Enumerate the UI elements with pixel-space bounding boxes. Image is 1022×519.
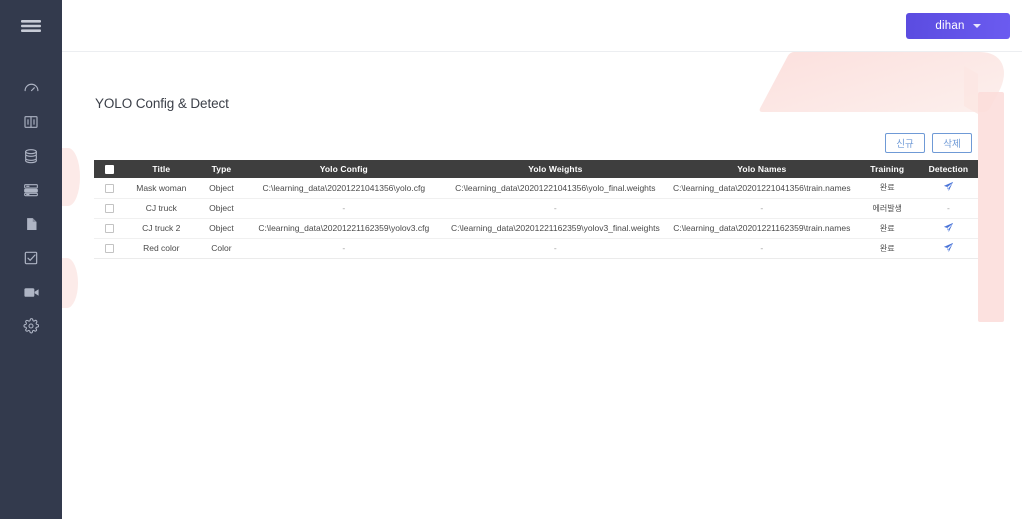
sidebar-item-database[interactable] <box>0 139 62 173</box>
training-status: 완료 <box>879 223 895 233</box>
select-all-checkbox[interactable] <box>104 165 114 175</box>
table-row[interactable]: Red color Color - - - 완료 <box>94 238 978 259</box>
yolo-config-table: Title Type Yolo Config Yolo Weights Yolo… <box>94 160 978 259</box>
header-yolo-weights: Yolo Weights <box>442 160 668 178</box>
cell-yolo-weights: - <box>442 238 668 259</box>
cell-yolo-config: C:\learning_data\20201221041356\yolo.cfg <box>244 178 443 199</box>
cell-type: Object <box>197 198 245 219</box>
sidebar-item-dashboard[interactable] <box>0 71 62 105</box>
cell-yolo-names: C:\learning_data\20201221162359\train.na… <box>668 218 856 239</box>
gear-icon <box>23 318 39 334</box>
page-content: YOLO Config & Detect 신규 삭제 Title Type Yo… <box>62 52 1022 519</box>
checkbox-icon <box>23 250 39 266</box>
user-menu-button[interactable]: dihan <box>906 12 1010 39</box>
row-checkbox-cell <box>94 238 125 259</box>
header-yolo-names: Yolo Names <box>668 160 856 178</box>
cell-type: Color <box>197 238 245 259</box>
top-bar: dihan <box>62 0 1022 52</box>
detect-empty: - <box>946 203 950 213</box>
cell-yolo-names: - <box>668 238 856 259</box>
cell-type: Object <box>197 178 245 199</box>
sidebar-item-server[interactable] <box>0 173 62 207</box>
book-icon <box>23 114 39 130</box>
row-checkbox[interactable] <box>104 204 114 214</box>
table-row[interactable]: CJ truck 2 Object C:\learning_data\2020122… <box>94 218 978 239</box>
detect-send-icon[interactable] <box>943 181 954 192</box>
user-menu-label: dihan <box>935 19 965 32</box>
cell-yolo-config: - <box>244 198 443 219</box>
database-icon <box>23 148 39 164</box>
cell-yolo-weights: - <box>442 198 668 219</box>
row-checkbox-cell <box>94 198 125 219</box>
cell-yolo-names: C:\learning_data\20201221041356\train.na… <box>668 178 856 199</box>
main-area: dihan YOLO Config & Detect 신규 삭제 Title T… <box>62 0 1022 519</box>
cell-training: 에러발생 <box>855 198 919 219</box>
page-title: YOLO Config & Detect <box>95 96 229 111</box>
cell-detection <box>918 178 978 199</box>
detect-send-icon[interactable] <box>943 242 954 253</box>
sidebar-nav <box>0 71 62 343</box>
table-row[interactable]: CJ truck Object - - - 에러발생 - <box>94 198 978 219</box>
row-checkbox-cell <box>94 178 125 199</box>
header-training: Training <box>855 160 919 178</box>
cell-type: Object <box>197 218 245 239</box>
chevron-down-icon <box>972 24 981 28</box>
cell-yolo-weights: C:\learning_data\20201221041356\yolo_fin… <box>442 178 668 199</box>
dashboard-icon <box>23 80 40 97</box>
header-yolo-config: Yolo Config <box>244 160 443 178</box>
table-row[interactable]: Mask woman Object C:\learning_data\2020122… <box>94 178 978 199</box>
server-icon <box>23 182 39 198</box>
training-status: 완료 <box>879 243 895 253</box>
training-status: 에러발생 <box>872 203 902 213</box>
document-icon <box>24 216 39 232</box>
cell-title: Red color <box>124 238 198 259</box>
sidebar-item-book[interactable] <box>0 105 62 139</box>
sidebar <box>0 0 62 519</box>
header-detection: Detection <box>918 160 978 178</box>
cell-training: 완료 <box>855 218 919 239</box>
sidebar-item-document[interactable] <box>0 207 62 241</box>
cell-detection: - <box>918 198 978 219</box>
row-checkbox[interactable] <box>104 183 114 193</box>
cell-detection <box>918 238 978 259</box>
table-actions: 신규 삭제 <box>94 133 978 153</box>
cell-training: 완료 <box>855 238 919 259</box>
row-checkbox[interactable] <box>104 244 114 254</box>
sidebar-item-tasks[interactable] <box>0 241 62 275</box>
cell-detection <box>918 218 978 239</box>
detect-send-icon[interactable] <box>943 222 954 233</box>
table-container: Title Type Yolo Config Yolo Weights Yolo… <box>94 160 978 259</box>
select-all-header <box>94 160 125 178</box>
cell-training: 완료 <box>855 178 919 199</box>
app-root: dihan YOLO Config & Detect 신규 삭제 Title T… <box>0 0 1022 519</box>
cell-yolo-names: - <box>668 198 856 219</box>
row-checkbox[interactable] <box>104 224 114 234</box>
cell-yolo-weights: C:\learning_data\20201221162359\yolov3_f… <box>442 218 668 239</box>
table-body: Mask woman Object C:\learning_data\2020122… <box>94 178 978 259</box>
header-type: Type <box>197 160 245 178</box>
row-checkbox-cell <box>94 218 125 239</box>
new-button[interactable]: 신규 <box>885 133 925 153</box>
sidebar-item-settings[interactable] <box>0 309 62 343</box>
cell-yolo-config: C:\learning_data\20201221162359\yolov3.c… <box>244 218 443 239</box>
cell-title: CJ truck 2 <box>124 218 198 239</box>
table-header-row: Title Type Yolo Config Yolo Weights Yolo… <box>94 160 978 178</box>
cell-yolo-config: - <box>244 238 443 259</box>
video-camera-icon <box>23 285 40 300</box>
training-status: 완료 <box>879 183 895 193</box>
cell-title: CJ truck <box>124 198 198 219</box>
sidebar-item-video[interactable] <box>0 275 62 309</box>
hamburger-icon <box>21 19 41 33</box>
header-title: Title <box>124 160 198 178</box>
sidebar-toggle-button[interactable] <box>0 0 62 52</box>
table-head: Title Type Yolo Config Yolo Weights Yolo… <box>94 160 978 178</box>
delete-button[interactable]: 삭제 <box>932 133 972 153</box>
cell-title: Mask woman <box>124 178 198 199</box>
